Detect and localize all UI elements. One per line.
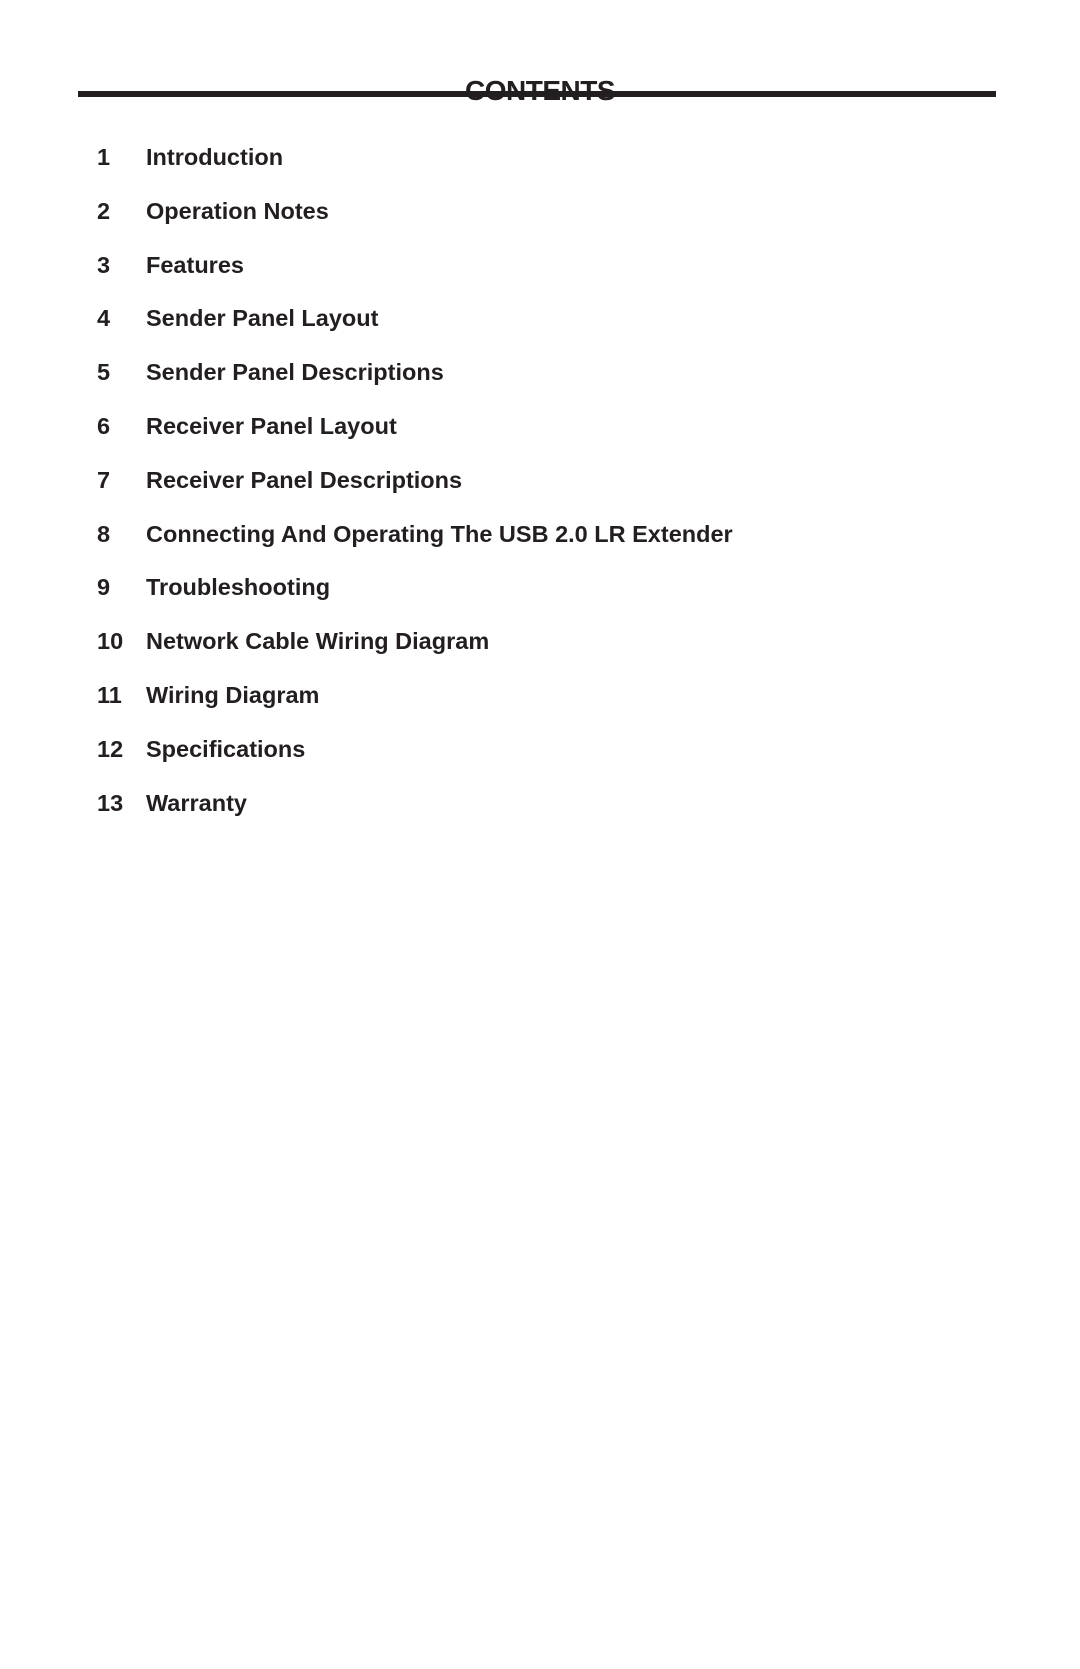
toc-entry-title: Connecting And Operating The USB 2.0 LR …: [146, 520, 733, 547]
toc-entry-number: 5: [97, 359, 111, 386]
toc-entry-title: Warranty: [146, 789, 247, 816]
toc-entry: 6 Receiver Panel Layout: [97, 412, 733, 466]
toc-entry-number: 11: [97, 681, 122, 708]
toc-entry: 7 Receiver Panel Descriptions: [97, 466, 733, 520]
toc-entry-number: 8: [97, 520, 111, 547]
toc-entry-title: Troubleshooting: [146, 574, 331, 601]
toc-entry: 9 Troubleshooting: [97, 573, 733, 627]
toc-entry-number: 7: [97, 466, 111, 493]
toc-entry: 12 Specifications: [97, 735, 733, 789]
table-of-contents: 1 Introduction 2 Operation Notes 3 Featu…: [97, 143, 733, 842]
toc-entry: 2 Operation Notes: [97, 197, 733, 251]
toc-entry-number: 10: [97, 628, 124, 655]
toc-entry-number: 1: [97, 144, 111, 170]
toc-entry-number: 13: [97, 789, 124, 816]
toc-entry-title: Network Cable Wiring Diagram: [146, 628, 490, 655]
toc-entry-title: Specifications: [146, 735, 306, 762]
toc-entry: 8 Connecting And Operating The USB 2.0 L…: [97, 520, 733, 574]
toc-entry-title: Sender Panel Layout: [146, 305, 379, 332]
toc-entry-title: Features: [146, 251, 244, 278]
toc-entry-number: 6: [97, 412, 111, 439]
toc-entry-number: 12: [97, 735, 124, 762]
toc-entry-number: 4: [97, 305, 111, 332]
toc-entry: 10 Network Cable Wiring Diagram: [97, 627, 733, 681]
toc-entry-title: Wiring Diagram: [146, 681, 320, 708]
toc-entry-number: 2: [97, 197, 111, 224]
toc-entry-title: Receiver Panel Descriptions: [146, 466, 463, 493]
title-divider: [78, 91, 996, 97]
toc-entry-number: 9: [97, 574, 111, 601]
toc-entry: 1 Introduction: [97, 143, 733, 197]
toc-entry-title: Receiver Panel Layout: [146, 412, 397, 439]
toc-entry: 3 Features: [97, 251, 733, 305]
toc-entry: 13 Warranty: [97, 789, 733, 843]
toc-entry-number: 3: [97, 251, 111, 278]
toc-entry-title: Operation Notes: [146, 197, 329, 224]
toc-entry: 5 Sender Panel Descriptions: [97, 358, 733, 412]
toc-entry-title: Introduction: [146, 144, 284, 170]
toc-entry: 11 Wiring Diagram: [97, 681, 733, 735]
toc-entry: 4 Sender Panel Layout: [97, 304, 733, 358]
toc-entry-title: Sender Panel Descriptions: [146, 359, 444, 386]
